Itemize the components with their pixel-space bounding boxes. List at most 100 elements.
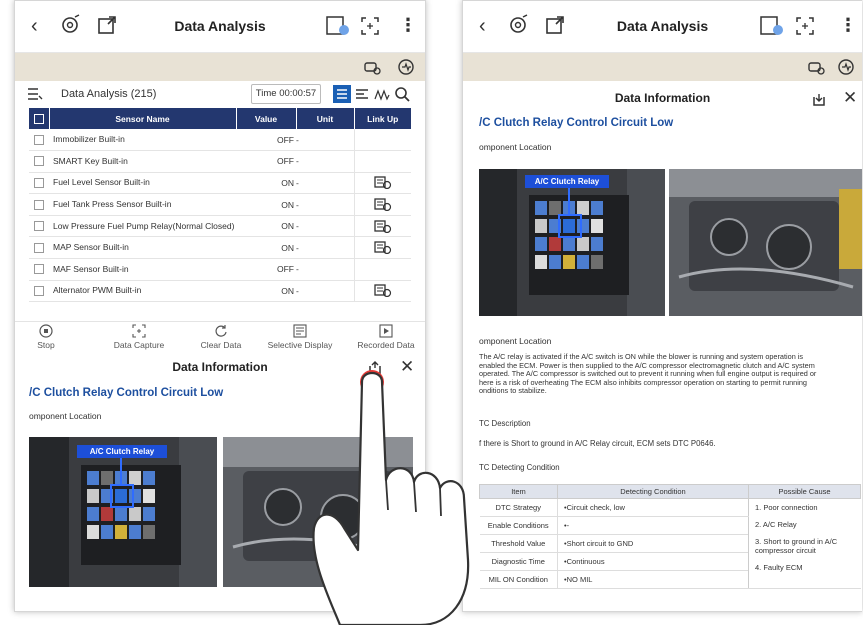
tap-gesture-hand-illustration (312, 370, 470, 625)
screen-capture-icon[interactable] (360, 16, 380, 36)
cond-cell: •- (557, 516, 749, 535)
sensor-value: ON (236, 280, 296, 303)
link-up-cell (353, 150, 411, 173)
selective-display-icon (293, 324, 307, 338)
row-checkbox[interactable] (29, 150, 49, 173)
report-icon[interactable] (759, 15, 785, 37)
clear-data-button[interactable]: Clear Data (181, 324, 261, 350)
table-row[interactable]: Fuel Tank Press Sensor Built-in ON - (29, 193, 411, 216)
sensor-unit: - (296, 150, 354, 173)
engine-bay-photo-right (669, 169, 862, 316)
link-up-icon[interactable] (374, 241, 392, 255)
vci-connection-icon[interactable] (837, 58, 855, 76)
possible-cause-cell: 1. Poor connection 2. A/C Relay 3. Short… (748, 498, 861, 589)
recorded-data-button[interactable]: Recorded Data (345, 324, 425, 350)
row-checkbox[interactable] (29, 280, 49, 303)
row-checkbox[interactable] (29, 172, 49, 195)
link-up-icon[interactable] (374, 284, 392, 298)
sensor-name: Low Pressure Fuel Pump Relay(Normal Clos… (49, 215, 236, 238)
col-value[interactable]: Value (236, 108, 297, 129)
sensor-unit: - (296, 258, 354, 281)
cond-cell: •Short circuit to GND (557, 534, 749, 553)
selective-display-button[interactable]: Selective Display (259, 324, 341, 350)
sensor-unit: - (296, 172, 354, 195)
link-up-icon[interactable] (374, 198, 392, 212)
sensor-table: Sensor Name Value Unit Link Up Immobiliz… (29, 108, 411, 303)
table-row[interactable]: SMART Key Built-in OFF - (29, 150, 411, 173)
link-up-cell[interactable] (353, 172, 411, 195)
sensor-value: ON (236, 236, 296, 260)
sensor-name: MAP Sensor Built-in (49, 236, 236, 260)
col-detecting-condition: Detecting Condition (557, 484, 749, 499)
sensor-unit: - (296, 193, 354, 216)
link-up-cell[interactable] (353, 193, 411, 216)
sensor-value: OFF (236, 258, 296, 281)
table-header-row: Sensor Name Value Unit Link Up (29, 108, 411, 129)
col-unit[interactable]: Unit (296, 108, 355, 129)
relay-callout-right: A/C Clutch Relay (525, 175, 609, 188)
row-checkbox[interactable] (29, 215, 49, 238)
table-row: DTC Strategy •Circuit check, low 1. Poor… (479, 498, 861, 589)
link-up-icon[interactable] (374, 176, 392, 190)
cause-4: 4. Faulty ECM (755, 563, 803, 572)
vehicle-link-icon[interactable] (363, 58, 381, 76)
vehicle-link-icon[interactable] (807, 58, 825, 76)
table-row[interactable]: Immobilizer Built-in OFF - (29, 129, 411, 152)
col-sensor-name[interactable]: Sensor Name (49, 108, 237, 129)
search-icon[interactable] (393, 85, 411, 103)
data-capture-button[interactable]: Data Capture (99, 324, 179, 350)
sensor-name: MAF Sensor Built-in (49, 258, 236, 281)
text-view-icon[interactable] (353, 85, 371, 103)
sensor-name: Fuel Tank Press Sensor Built-in (49, 193, 236, 216)
stop-button[interactable]: Stop (21, 324, 71, 350)
cond-cell: •Circuit check, low (557, 498, 749, 517)
clear-data-label: Clear Data (200, 340, 242, 350)
component-location-label-right: omponent Location (479, 142, 552, 152)
row-checkbox[interactable] (29, 258, 49, 281)
link-up-cell (353, 129, 411, 152)
link-up-cell[interactable] (353, 215, 411, 238)
cause-1: 1. Poor connection (755, 503, 818, 512)
link-up-cell[interactable] (353, 236, 411, 260)
vci-connection-icon[interactable] (397, 58, 415, 76)
relay-box-photo: A/C Clutch Relay (29, 437, 217, 587)
relay-callout: A/C Clutch Relay (77, 445, 167, 458)
component-location-label-2: omponent Location (479, 336, 552, 346)
table-row[interactable]: Fuel Level Sensor Built-in ON - (29, 172, 411, 195)
col-link-up: Link Up (354, 108, 411, 129)
top-app-bar-right: ‹ Data Analysis ⋮ (463, 1, 862, 53)
graph-view-icon[interactable] (373, 85, 391, 103)
sensor-value: OFF (236, 150, 296, 173)
more-options-icon[interactable]: ⋮ (839, 15, 857, 36)
dtc-title: /C Clutch Relay Control Circuit Low (29, 387, 224, 399)
sensor-unit: - (296, 129, 354, 152)
data-capture-label: Data Capture (113, 340, 165, 350)
link-up-icon[interactable] (374, 220, 392, 233)
sensor-value: ON (236, 193, 296, 216)
sensor-name: SMART Key Built-in (49, 150, 236, 173)
list-view-icon[interactable] (333, 85, 351, 103)
stop-label: Stop (37, 340, 55, 350)
table-row[interactable]: Low Pressure Fuel Pump Relay(Normal Clos… (29, 215, 411, 238)
table-row[interactable]: Alternator PWM Built-in ON - (29, 280, 411, 303)
row-checkbox[interactable] (29, 129, 49, 152)
row-checkbox[interactable] (29, 236, 49, 260)
table-row[interactable]: MAF Sensor Built-in OFF - (29, 258, 411, 281)
data-info-header-right: Data Information ✕ (463, 87, 862, 111)
screen-capture-icon[interactable] (795, 16, 815, 36)
sensor-value: ON (236, 172, 296, 195)
elapsed-time: Time 00:00:57 (251, 84, 321, 104)
sensor-unit: - (296, 215, 354, 238)
link-up-cell[interactable] (353, 280, 411, 303)
table-row[interactable]: MAP Sensor Built-in ON - (29, 236, 411, 260)
select-all-checkbox[interactable] (29, 108, 50, 129)
sensor-value: OFF (236, 129, 296, 152)
list-filter-icon[interactable] (27, 87, 43, 101)
row-checkbox[interactable] (29, 193, 49, 216)
report-icon[interactable] (325, 15, 351, 37)
minimize-window-icon[interactable] (811, 91, 827, 107)
action-bar: Stop Data Capture Clear Data Selective D… (15, 321, 425, 351)
col-possible-cause: Possible Cause (748, 484, 861, 499)
more-options-icon[interactable]: ⋮ (399, 15, 417, 36)
close-icon[interactable]: ✕ (843, 88, 857, 108)
